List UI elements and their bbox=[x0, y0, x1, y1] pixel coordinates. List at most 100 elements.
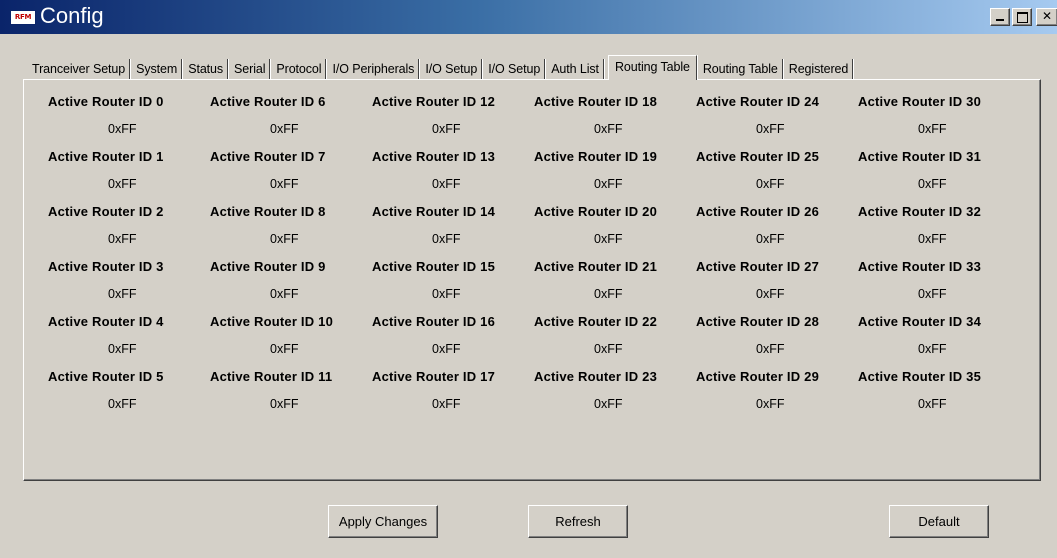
close-button[interactable]: ✕ bbox=[1036, 8, 1057, 26]
router-id-value: 0xFF bbox=[108, 232, 137, 246]
tab-serial-3[interactable]: Serial bbox=[230, 59, 271, 79]
router-id-label: Active Router ID 7 bbox=[210, 149, 326, 164]
tab-auth-list-8[interactable]: Auth List bbox=[547, 59, 604, 79]
router-id-value: 0xFF bbox=[432, 177, 461, 191]
router-id-value: 0xFF bbox=[594, 287, 623, 301]
router-entry: Active Router ID 19 0xFF bbox=[534, 149, 696, 204]
router-id-label: Active Router ID 23 bbox=[534, 369, 658, 384]
router-entry: Active Router ID 2 0xFF bbox=[48, 204, 210, 259]
router-id-label: Active Router ID 30 bbox=[858, 94, 982, 109]
router-id-label: Active Router ID 24 bbox=[696, 94, 820, 109]
router-entry: Active Router ID 22 0xFF bbox=[534, 314, 696, 369]
router-id-value: 0xFF bbox=[594, 342, 623, 356]
router-id-value: 0xFF bbox=[270, 397, 299, 411]
router-entry: Active Router ID 11 0xFF bbox=[210, 369, 372, 424]
router-entry: Active Router ID 14 0xFF bbox=[372, 204, 534, 259]
router-id-label: Active Router ID 9 bbox=[210, 259, 326, 274]
router-id-label: Active Router ID 27 bbox=[696, 259, 820, 274]
router-entry: Active Router ID 23 0xFF bbox=[534, 369, 696, 424]
title-bar[interactable]: RFM Config ✕ bbox=[0, 0, 1057, 34]
router-id-value: 0xFF bbox=[270, 287, 299, 301]
router-id-value: 0xFF bbox=[108, 177, 137, 191]
window-title: Config bbox=[40, 3, 104, 28]
router-entry: Active Router ID 13 0xFF bbox=[372, 149, 534, 204]
router-id-value: 0xFF bbox=[918, 122, 947, 136]
router-id-label: Active Router ID 13 bbox=[372, 149, 496, 164]
router-id-label: Active Router ID 6 bbox=[210, 94, 326, 109]
router-entry: Active Router ID 15 0xFF bbox=[372, 259, 534, 314]
tab-registered-11[interactable]: Registered bbox=[785, 59, 854, 79]
apply-changes-button[interactable]: Apply Changes bbox=[328, 505, 438, 538]
router-id-label: Active Router ID 20 bbox=[534, 204, 658, 219]
router-entry: Active Router ID 35 0xFF bbox=[858, 369, 1020, 424]
tab-protocol-4[interactable]: Protocol bbox=[272, 59, 327, 79]
router-id-value: 0xFF bbox=[594, 122, 623, 136]
router-id-value: 0xFF bbox=[432, 342, 461, 356]
router-id-label: Active Router ID 14 bbox=[372, 204, 496, 219]
router-entry: Active Router ID 1 0xFF bbox=[48, 149, 210, 204]
router-entry: Active Router ID 17 0xFF bbox=[372, 369, 534, 424]
tab-routing-table-9[interactable]: Routing Table bbox=[607, 55, 697, 80]
router-entry: Active Router ID 29 0xFF bbox=[696, 369, 858, 424]
router-id-value: 0xFF bbox=[270, 342, 299, 356]
router-id-value: 0xFF bbox=[108, 342, 137, 356]
maximize-icon bbox=[1016, 12, 1028, 23]
router-id-label: Active Router ID 28 bbox=[696, 314, 820, 329]
router-id-label: Active Router ID 19 bbox=[534, 149, 658, 164]
router-id-label: Active Router ID 31 bbox=[858, 149, 982, 164]
router-id-label: Active Router ID 34 bbox=[858, 314, 982, 329]
router-entry: Active Router ID 4 0xFF bbox=[48, 314, 210, 369]
router-entry: Active Router ID 24 0xFF bbox=[696, 94, 858, 149]
tab-tranceiver-setup-0[interactable]: Tranceiver Setup bbox=[28, 59, 131, 79]
router-id-value: 0xFF bbox=[108, 122, 137, 136]
router-id-value: 0xFF bbox=[432, 232, 461, 246]
router-id-label: Active Router ID 25 bbox=[696, 149, 820, 164]
router-entry: Active Router ID 31 0xFF bbox=[858, 149, 1020, 204]
app-logo-icon: RFM bbox=[10, 10, 36, 25]
router-id-value: 0xFF bbox=[756, 342, 785, 356]
router-id-label: Active Router ID 2 bbox=[48, 204, 164, 219]
router-entry: Active Router ID 20 0xFF bbox=[534, 204, 696, 259]
router-id-value: 0xFF bbox=[432, 122, 461, 136]
router-entry: Active Router ID 7 0xFF bbox=[210, 149, 372, 204]
router-id-label: Active Router ID 8 bbox=[210, 204, 326, 219]
tab-i-o-setup-7[interactable]: I/O Setup bbox=[484, 59, 546, 79]
router-id-value: 0xFF bbox=[756, 287, 785, 301]
maximize-button[interactable] bbox=[1012, 8, 1032, 26]
minimize-icon bbox=[996, 19, 1004, 21]
router-id-label: Active Router ID 26 bbox=[696, 204, 820, 219]
router-id-value: 0xFF bbox=[108, 397, 137, 411]
tab-system-1[interactable]: System bbox=[132, 59, 183, 79]
router-id-label: Active Router ID 10 bbox=[210, 314, 334, 329]
tab-i-o-setup-6[interactable]: I/O Setup bbox=[421, 59, 483, 79]
router-id-label: Active Router ID 0 bbox=[48, 94, 164, 109]
router-entry: Active Router ID 28 0xFF bbox=[696, 314, 858, 369]
router-entry: Active Router ID 12 0xFF bbox=[372, 94, 534, 149]
router-entry: Active Router ID 32 0xFF bbox=[858, 204, 1020, 259]
router-id-value: 0xFF bbox=[756, 122, 785, 136]
router-id-label: Active Router ID 21 bbox=[534, 259, 658, 274]
router-id-label: Active Router ID 32 bbox=[858, 204, 982, 219]
router-entry: Active Router ID 18 0xFF bbox=[534, 94, 696, 149]
router-entry: Active Router ID 10 0xFF bbox=[210, 314, 372, 369]
router-entry: Active Router ID 5 0xFF bbox=[48, 369, 210, 424]
router-id-label: Active Router ID 3 bbox=[48, 259, 164, 274]
router-id-label: Active Router ID 16 bbox=[372, 314, 496, 329]
tab-strip: Tranceiver Setup System Status Serial Protoc… bbox=[28, 55, 1048, 80]
refresh-button[interactable]: Refresh bbox=[528, 505, 628, 538]
tab-i-o-peripherals-5[interactable]: I/O Peripherals bbox=[328, 59, 420, 79]
router-id-value: 0xFF bbox=[270, 122, 299, 136]
router-id-label: Active Router ID 12 bbox=[372, 94, 496, 109]
router-id-value: 0xFF bbox=[756, 232, 785, 246]
router-entry: Active Router ID 0 0xFF bbox=[48, 94, 210, 149]
tab-routing-table-10[interactable]: Routing Table bbox=[699, 59, 783, 79]
router-id-label: Active Router ID 15 bbox=[372, 259, 496, 274]
router-id-value: 0xFF bbox=[918, 287, 947, 301]
tab-status-2[interactable]: Status bbox=[184, 59, 229, 79]
default-button[interactable]: Default bbox=[889, 505, 989, 538]
router-entry: Active Router ID 21 0xFF bbox=[534, 259, 696, 314]
router-id-value: 0xFF bbox=[756, 397, 785, 411]
minimize-button[interactable] bbox=[990, 8, 1010, 26]
router-id-label: Active Router ID 5 bbox=[48, 369, 164, 384]
router-entry: Active Router ID 25 0xFF bbox=[696, 149, 858, 204]
